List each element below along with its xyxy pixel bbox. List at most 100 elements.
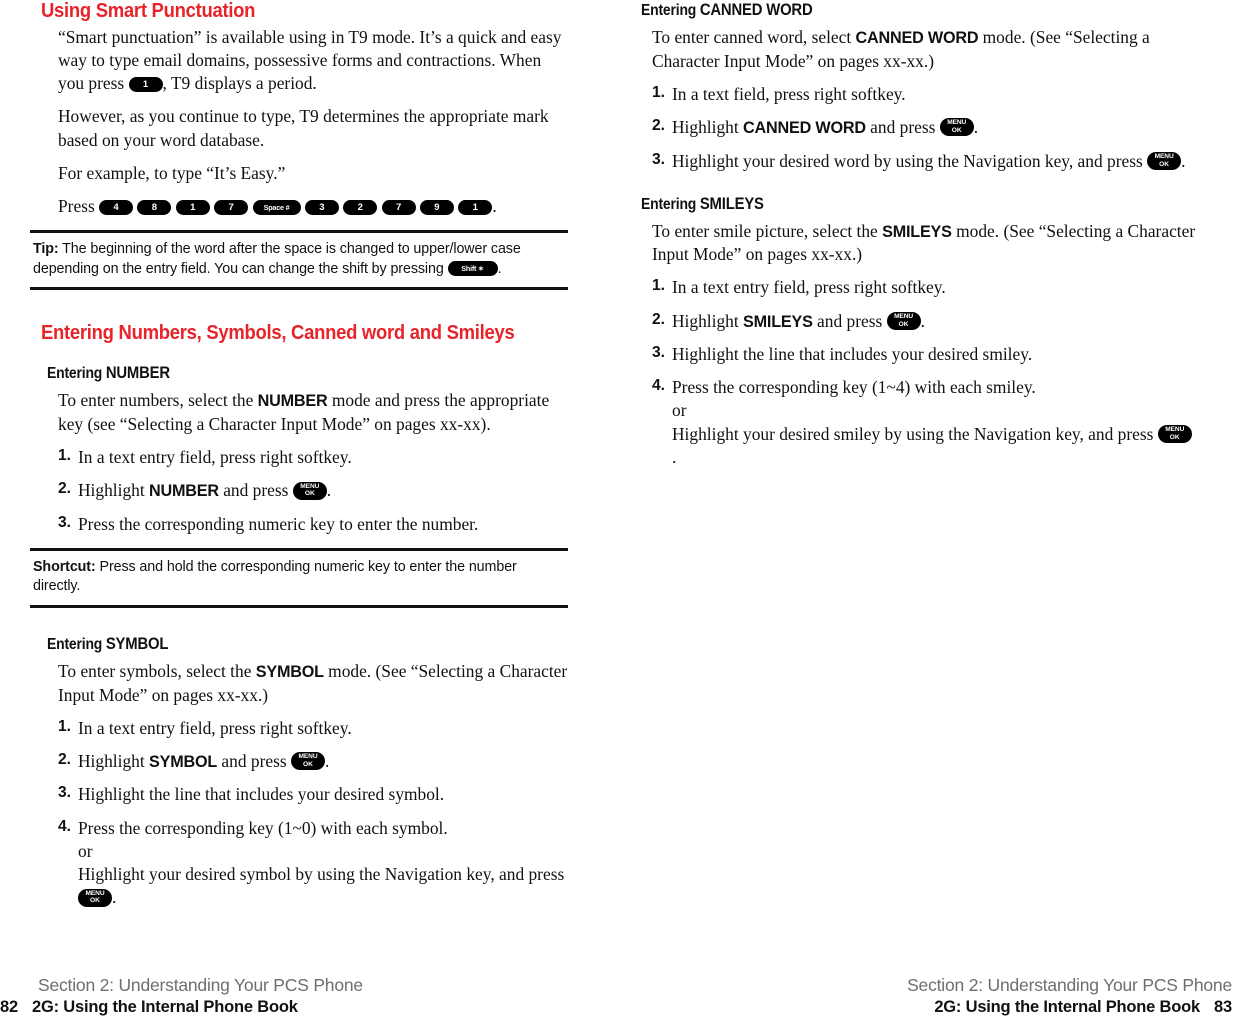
- footer-book-line: 2G: Using the Internal Phone Book 83: [616, 997, 1232, 1018]
- step-mode: CANNED WORD: [743, 118, 866, 137]
- key-menu-line2: OK: [303, 760, 313, 768]
- list-item: 1. In a text field, press right softkey.: [628, 83, 1196, 106]
- step-text-a: Press the corresponding key (1~4) with e…: [672, 377, 1036, 398]
- list-item: 2. Highlight SYMBOL and press MENU OK.: [30, 750, 568, 774]
- step-mode: SYMBOL: [149, 752, 218, 771]
- entering-canned-word-subheading: Entering CANNED WORD: [641, 1, 1141, 19]
- entering-smileys-subheading: Entering SMILEYS: [641, 195, 1141, 213]
- press-sequence-trailing: .: [492, 195, 497, 216]
- key-8-icon: 8: [137, 199, 172, 215]
- step-mode: NUMBER: [149, 482, 219, 501]
- step-number: 3.: [652, 344, 666, 362]
- smileys-intro-mode: SMILEYS: [882, 222, 952, 241]
- key-menu-line1: MENU: [298, 753, 318, 761]
- step-number: 2.: [652, 116, 666, 134]
- key-menu-line2: OK: [1159, 160, 1170, 168]
- symbol-intro-a: To enter symbols, select the: [58, 661, 256, 682]
- entering-numbers-heading-wrap: Entering Numbers, Symbols, Canned word a…: [30, 322, 568, 348]
- step-text-a: In a text entry field, press right softk…: [78, 446, 352, 467]
- canned-intro-mode: CANNED WORD: [855, 29, 979, 48]
- step-text-c: .: [1181, 150, 1186, 171]
- step-text-a: Highlight the line that includes your de…: [78, 784, 445, 805]
- key-menu-line2: OK: [304, 490, 315, 498]
- list-item: 1. In a text entry field, press right sof…: [628, 276, 1196, 299]
- page-left: Using Smart Punctuation “Smart punctuati…: [0, 0, 616, 1034]
- key-menu-line1: MENU: [85, 889, 105, 897]
- key-menu-ok-icon: MENU OK: [292, 481, 327, 500]
- tip-rule-bottom: [30, 287, 568, 291]
- step-alt-text: Highlight your desired smiley by using t…: [672, 423, 1196, 469]
- step-text-c: .: [324, 750, 330, 771]
- step-number: 1.: [58, 717, 72, 735]
- entering-symbol-subheading: Entering SYMBOL: [47, 635, 516, 653]
- step-text-a: In a text entry field, press right softk…: [672, 277, 946, 298]
- step-text-a: Press the corresponding numeric key to e…: [78, 513, 479, 534]
- page-spread: Using Smart Punctuation “Smart punctuati…: [0, 0, 1233, 1034]
- entering-symbol-mode: SYMBOL: [105, 634, 169, 653]
- shortcut-text: Press and hold the corresponding numeric…: [33, 558, 517, 595]
- page-number: 82: [0, 997, 18, 1016]
- number-intro-a: To enter numbers, select the: [58, 390, 258, 411]
- key-7-icon: 7: [214, 199, 249, 215]
- smileys-intro-a: To enter smile picture, select the: [652, 220, 883, 241]
- symbol-intro-mode: SYMBOL: [255, 663, 324, 682]
- number-steps-list: 1. In a text entry field, press right sof…: [30, 446, 568, 536]
- footer-section-label: Section 2: Understanding Your PCS Phone: [38, 974, 363, 995]
- key-shift-icon: Shift ✶: [447, 260, 498, 276]
- step-number: 3.: [58, 513, 72, 531]
- footer-book-label: 2G: Using the Internal Phone Book: [934, 997, 1200, 1016]
- smart-punctuation-paragraph-1: “Smart punctuation” is available using i…: [30, 26, 568, 95]
- key-menu-line1: MENU: [300, 482, 320, 490]
- step-alt-text-a: Highlight your desired symbol by using t…: [78, 863, 565, 884]
- right-column-body: Entering CANNED WORD To enter canned wor…: [616, 1, 1196, 469]
- tip-label: Tip:: [33, 240, 59, 257]
- key-3-icon: 3: [304, 199, 339, 215]
- step-number: 4.: [58, 817, 72, 835]
- shortcut-callout-text: Shortcut: Press and hold the correspondi…: [30, 551, 568, 605]
- key-menu-line1: MENU: [947, 119, 967, 127]
- step-text-b: and press: [218, 480, 293, 501]
- step-text-a: Highlight: [78, 750, 150, 771]
- step-alt-text-b: .: [112, 887, 117, 908]
- canned-word-steps-list: 1. In a text field, press right softkey. …: [628, 83, 1196, 173]
- smart-punctuation-paragraph-3: For example, to type “It’s Easy.”: [58, 162, 286, 183]
- left-column-body: Using Smart Punctuation “Smart punctuati…: [30, 0, 568, 909]
- key-menu-line2: OK: [1169, 433, 1180, 441]
- list-item: 4. Press the corresponding key (1~0) with…: [30, 817, 568, 910]
- key-menu-line2: OK: [898, 320, 909, 328]
- key-menu-ok-icon: MENU OK: [939, 118, 974, 137]
- step-text-a: Highlight: [672, 310, 744, 331]
- tip-callout-text: Tip: The beginning of the word after the…: [30, 233, 568, 287]
- using-smart-punctuation-heading-wrap: Using Smart Punctuation: [30, 0, 568, 26]
- tip-text-after: .: [497, 260, 502, 277]
- key-menu-ok-icon: MENU OK: [1147, 152, 1182, 171]
- step-or-label: or: [672, 400, 687, 421]
- list-item: 2. Highlight CANNED WORD and press MENU OK…: [628, 116, 1196, 140]
- footer-book-label: 2G: Using the Internal Phone Book: [32, 997, 298, 1016]
- key-1-icon: 1: [128, 77, 163, 93]
- step-number: 4.: [652, 377, 666, 395]
- step-alt-text-b: .: [672, 446, 677, 467]
- key-menu-line1: MENU: [894, 313, 914, 321]
- step-text-a: Highlight: [78, 480, 150, 501]
- key-menu-line1: MENU: [1154, 153, 1174, 161]
- step-number: 1.: [652, 277, 666, 295]
- number-intro-mode: NUMBER: [257, 392, 328, 411]
- footer-section-label: Section 2: Understanding Your PCS Phone: [907, 974, 1232, 995]
- key-menu-ok-icon: MENU OK: [1157, 425, 1192, 444]
- step-text-c: .: [326, 480, 332, 501]
- key-2-icon: 2: [343, 199, 378, 215]
- key-7-icon: 7: [381, 199, 416, 215]
- list-item: 3. Press the corresponding numeric key to…: [30, 513, 568, 536]
- number-intro-paragraph: To enter numbers, select the NUMBER mode…: [30, 389, 568, 436]
- key-menu-ok-icon: MENU OK: [290, 752, 325, 771]
- smart-punctuation-paragraph-2: However, as you continue to type, T9 det…: [58, 106, 549, 150]
- using-smart-punctuation-heading: Using Smart Punctuation: [41, 0, 256, 22]
- paragraph-1-text-after: , T9 displays a period.: [162, 73, 317, 94]
- step-number: 1.: [58, 446, 72, 464]
- key-menu-line1: MENU: [1165, 426, 1185, 434]
- list-item: 1. In a text entry field, press right sof…: [30, 717, 568, 740]
- list-item: 3. Highlight the line that includes your …: [628, 343, 1196, 366]
- press-sequence-line: Press 4 8 1 7 Space # 3 2 7 9 1.: [30, 195, 568, 218]
- key-9-icon: 9: [419, 199, 454, 215]
